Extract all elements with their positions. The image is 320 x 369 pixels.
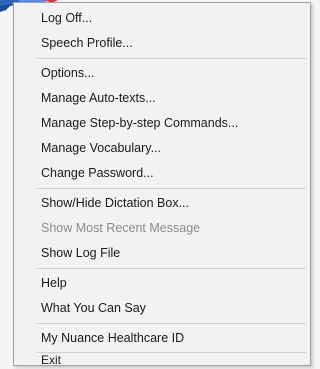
- menu-item-what-you-can-say[interactable]: What You Can Say: [15, 296, 309, 321]
- menu-item-my-nuance-healthcare-id[interactable]: My Nuance Healthcare ID: [15, 326, 309, 351]
- menu-item-manage-auto-texts[interactable]: Manage Auto-texts...: [15, 86, 309, 111]
- menu-separator: [37, 352, 306, 353]
- menu-item-manage-vocabulary[interactable]: Manage Vocabulary...: [15, 136, 309, 161]
- menu-separator: [37, 58, 306, 59]
- menu-item-change-password[interactable]: Change Password...: [15, 161, 309, 186]
- menu-item-exit[interactable]: Exit: [15, 354, 309, 366]
- menu-separator: [37, 323, 306, 324]
- menu-item-show-most-recent-message: Show Most Recent Message: [41, 221, 201, 235]
- menu-item-manage-step-by-step-commands[interactable]: Manage Step-by-step Commands...: [15, 111, 309, 136]
- menu-item-options[interactable]: Options...: [15, 61, 309, 86]
- menu-item-speech-profile[interactable]: Speech Profile...: [15, 31, 309, 56]
- context-menu: Log Off... Speech Profile... Options... …: [13, 2, 311, 366]
- menu-item-show-hide-dictation-box[interactable]: Show/Hide Dictation Box...: [15, 191, 309, 216]
- menu-item-show-log-file[interactable]: Show Log File: [15, 241, 309, 266]
- menu-item-help[interactable]: Help: [15, 271, 309, 296]
- menu-separator: [37, 268, 306, 269]
- menu-item-log-off[interactable]: Log Off...: [15, 6, 309, 31]
- menu-separator: [37, 188, 306, 189]
